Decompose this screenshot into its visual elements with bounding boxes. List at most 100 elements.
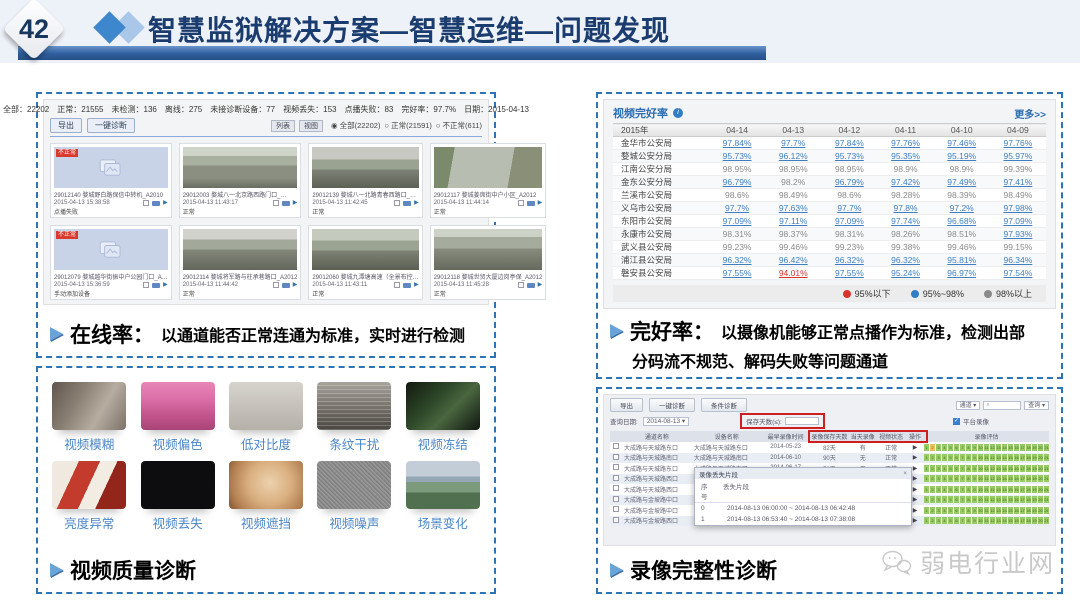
one-key-diagnose-button[interactable]: 一键诊断: [649, 398, 695, 412]
filter-radio[interactable]: ◉ 全部(22202): [331, 121, 380, 130]
rate-value-link[interactable]: 97.09%: [990, 215, 1046, 228]
export-button[interactable]: 导出: [50, 118, 82, 133]
rate-value-link[interactable]: 95.19%: [934, 150, 990, 163]
rate-value-link[interactable]: 97.7%: [765, 137, 821, 150]
rate-value-link[interactable]: 97.55%: [821, 267, 877, 280]
row-checkbox[interactable]: [613, 485, 619, 491]
play-icon[interactable]: ▶: [913, 455, 918, 461]
play-icon[interactable]: ▶: [293, 200, 298, 206]
rate-value-link[interactable]: 96.79%: [709, 176, 765, 189]
rate-value-link[interactable]: 97.54%: [990, 267, 1046, 280]
search-input[interactable]: ⌕: [983, 401, 1021, 410]
one-key-diagnose-button[interactable]: 一键诊断: [87, 118, 135, 133]
folder-icon[interactable]: [527, 201, 535, 206]
checkbox-checked-icon[interactable]: ✓: [953, 418, 960, 425]
folder-icon[interactable]: [152, 201, 160, 206]
play-icon[interactable]: ▶: [538, 200, 543, 206]
rate-value-link[interactable]: 96.68%: [934, 215, 990, 228]
play-icon[interactable]: ▶: [913, 518, 918, 524]
rate-value-link[interactable]: 97.11%: [765, 215, 821, 228]
rate-value-link[interactable]: 96.79%: [821, 176, 877, 189]
rate-value-link[interactable]: 97.2%: [934, 202, 990, 215]
rate-value-link[interactable]: 97.41%: [990, 176, 1046, 189]
rate-value-link[interactable]: 97.76%: [990, 137, 1046, 150]
checkbox[interactable]: [143, 282, 149, 288]
checkbox[interactable]: [273, 282, 279, 288]
play-icon[interactable]: ▶: [913, 508, 918, 514]
rate-value-link[interactable]: 95.97%: [990, 150, 1046, 163]
folder-icon[interactable]: [282, 201, 290, 206]
play-icon[interactable]: ▶: [293, 282, 298, 288]
keep-days-input[interactable]: [785, 417, 819, 425]
rate-value-link[interactable]: 97.42%: [877, 176, 933, 189]
play-icon[interactable]: ▶: [414, 200, 419, 206]
rate-value-link[interactable]: 97.46%: [934, 137, 990, 150]
grid-view-button[interactable]: 视图: [299, 120, 323, 132]
close-icon[interactable]: ×: [903, 470, 907, 477]
play-icon[interactable]: ▶: [163, 282, 168, 288]
checkbox[interactable]: [143, 200, 149, 206]
rate-value-link[interactable]: 96.32%: [821, 254, 877, 267]
row-checkbox[interactable]: [613, 464, 619, 470]
rate-value-link[interactable]: 97.76%: [877, 137, 933, 150]
list-view-button[interactable]: 列表: [271, 120, 295, 132]
rate-value-link[interactable]: 97.98%: [990, 202, 1046, 215]
rate-value-link[interactable]: 95.73%: [821, 150, 877, 163]
rate-value-link[interactable]: 96.32%: [709, 254, 765, 267]
row-checkbox[interactable]: [613, 517, 619, 523]
row-checkbox[interactable]: [613, 475, 619, 481]
folder-icon[interactable]: [403, 201, 411, 206]
play-icon[interactable]: ▶: [913, 487, 918, 493]
info-icon[interactable]: i: [673, 108, 683, 118]
export-button[interactable]: 导出: [610, 398, 643, 412]
folder-icon[interactable]: [527, 283, 535, 288]
rate-value-link[interactable]: 96.97%: [934, 267, 990, 280]
select-all-checkbox[interactable]: [610, 431, 622, 442]
rate-value-link[interactable]: 97.74%: [877, 215, 933, 228]
folder-icon[interactable]: [403, 283, 411, 288]
filter-radio[interactable]: ○ 不正常(611): [436, 121, 482, 130]
play-icon[interactable]: ▶: [414, 282, 419, 288]
rate-value-link[interactable]: 96.42%: [765, 254, 821, 267]
rate-value-link[interactable]: 96.32%: [877, 254, 933, 267]
rate-value-link[interactable]: 97.55%: [709, 267, 765, 280]
query-date-field[interactable]: 2014-08-13 ▾: [643, 417, 689, 426]
checkbox[interactable]: [394, 282, 400, 288]
row-checkbox[interactable]: [613, 496, 619, 502]
row-checkbox[interactable]: [613, 443, 619, 449]
more-link[interactable]: 更多>>: [1014, 106, 1046, 121]
checkbox[interactable]: [394, 200, 400, 206]
query-button[interactable]: 查询 ▾: [1024, 401, 1049, 410]
rate-value-link[interactable]: 97.09%: [709, 215, 765, 228]
play-icon[interactable]: ▶: [163, 200, 168, 206]
play-icon[interactable]: ▶: [913, 476, 918, 482]
play-icon[interactable]: ▶: [913, 445, 918, 451]
filter-radio[interactable]: ○ 正常(21591): [384, 121, 431, 130]
rate-value-link[interactable]: 97.93%: [990, 228, 1046, 241]
rate-value-link[interactable]: 94.01%: [765, 267, 821, 280]
rate-value-link[interactable]: 95.24%: [877, 267, 933, 280]
rate-value-link[interactable]: 95.73%: [709, 150, 765, 163]
play-icon[interactable]: ▶: [538, 282, 543, 288]
channel-select[interactable]: 通道 ▾: [956, 401, 981, 410]
rate-value-link[interactable]: 95.81%: [934, 254, 990, 267]
rate-value-link[interactable]: 96.34%: [990, 254, 1046, 267]
rate-value-link[interactable]: 97.7%: [709, 202, 765, 215]
rate-value-link[interactable]: 97.63%: [765, 202, 821, 215]
rate-value-link[interactable]: 97.84%: [709, 137, 765, 150]
folder-icon[interactable]: [282, 283, 290, 288]
rate-value-link[interactable]: 96.12%: [765, 150, 821, 163]
condition-diagnose-button[interactable]: 条件诊断: [701, 398, 747, 412]
folder-icon[interactable]: [152, 283, 160, 288]
play-icon[interactable]: ▶: [913, 466, 918, 472]
rate-value-link[interactable]: 95.35%: [877, 150, 933, 163]
rate-value-link[interactable]: 97.7%: [821, 202, 877, 215]
row-checkbox[interactable]: [613, 454, 619, 460]
play-icon[interactable]: ▶: [913, 497, 918, 503]
rate-value-link[interactable]: 97.49%: [934, 176, 990, 189]
rate-value-link[interactable]: 97.09%: [821, 215, 877, 228]
checkbox[interactable]: [273, 200, 279, 206]
rate-value-link[interactable]: 97.84%: [821, 137, 877, 150]
row-checkbox[interactable]: [613, 506, 619, 512]
checkbox[interactable]: [518, 282, 524, 288]
